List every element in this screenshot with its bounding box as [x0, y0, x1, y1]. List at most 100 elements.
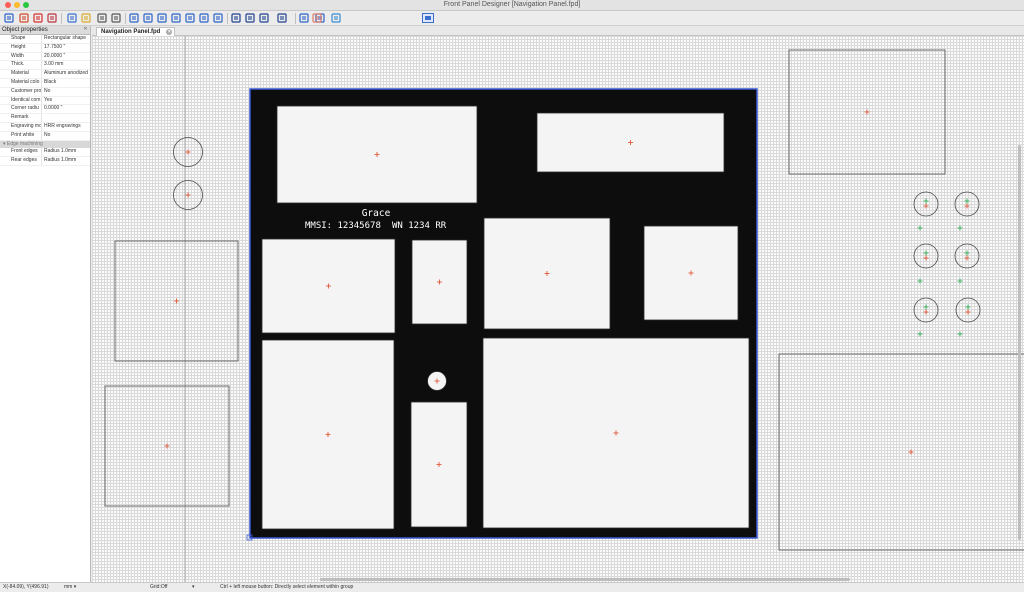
property-row[interactable]: Corner radiu 0.0000 ": [0, 105, 90, 115]
drawing-area[interactable]: Grace MMSI: 12345678 WN 1234 RR: [92, 36, 1024, 582]
property-row[interactable]: Height 17.7500 ": [0, 43, 90, 53]
text-along-arc-icon[interactable]: [245, 13, 255, 23]
property-group-header[interactable]: ▾ Edge machining: [0, 140, 90, 149]
center-mark-icon: [923, 250, 929, 256]
arc-cutout-icon[interactable]: [171, 13, 181, 23]
property-value[interactable]: Rectangular shape: [41, 35, 90, 43]
property-row[interactable]: Shape Rectangular shape: [0, 35, 90, 44]
property-value[interactable]: 20.0000 ": [41, 52, 90, 61]
toolbar-separator: [295, 13, 296, 24]
grid-label: Grid:Off: [150, 584, 168, 590]
object-properties-panel: Object properties ✕ Shape Rectangular sha…: [0, 26, 91, 582]
unit-selector[interactable]: mm ▾: [64, 583, 76, 592]
pocket-cutout-icon[interactable]: [213, 13, 223, 23]
property-key: Width: [11, 52, 24, 59]
property-row[interactable]: Engraving mo HRR engravings: [0, 122, 90, 132]
vertical-scrollbar[interactable]: [1018, 145, 1021, 540]
property-value[interactable]: Radius 1.0mm: [41, 157, 90, 165]
new-document-icon[interactable]: [4, 13, 14, 23]
property-row[interactable]: Material colo Black: [0, 78, 90, 88]
property-value[interactable]: 3.00 mm: [41, 61, 90, 70]
ruler-icon[interactable]: [81, 13, 91, 23]
property-value[interactable]: 17.7500 ": [41, 43, 90, 52]
center-mark-icon: [185, 192, 191, 198]
grid-toggle[interactable]: Grid:Off: [150, 583, 167, 592]
property-value[interactable]: Black: [41, 78, 90, 87]
property-row[interactable]: Material Aluminum anodized: [0, 70, 90, 79]
cursor-coordinates: X(-84.09), Y(496.91): [3, 584, 49, 590]
toolbar-separator: [227, 13, 228, 24]
grid-dropdown-icon[interactable]: ▾: [192, 583, 195, 592]
center-mark-icon: [964, 255, 970, 261]
engraving-mmsi[interactable]: MMSI: 12345678: [305, 221, 381, 231]
center-mark-icon: [864, 109, 870, 115]
property-key: Corner radiu: [11, 105, 39, 112]
center-mark-icon: [917, 225, 923, 231]
pointer-icon[interactable]: [67, 13, 77, 23]
property-row[interactable]: Width 20.0000 ": [0, 52, 90, 62]
center-mark-icon: [917, 278, 923, 284]
rect-cutout-icon[interactable]: [129, 13, 139, 23]
open-folder-icon[interactable]: [19, 13, 29, 23]
fit-view-icon[interactable]: [331, 13, 341, 23]
center-mark-icon: [957, 278, 963, 284]
center-mark-icon: [923, 203, 929, 209]
center-mark-icon: [923, 304, 929, 310]
property-row[interactable]: Customer pro No: [0, 87, 90, 97]
tab-label: Navigation Panel.fpd: [101, 29, 161, 35]
print-icon[interactable]: [47, 13, 57, 23]
outline-element[interactable]: [778, 353, 1024, 551]
center-mark-icon: [957, 331, 963, 337]
tab-navigation-panel[interactable]: Navigation Panel.fpd ×: [96, 27, 176, 36]
property-value[interactable]: No: [41, 87, 90, 96]
center-mark-icon: [164, 443, 170, 449]
edit-text-icon[interactable]: [259, 13, 269, 23]
property-key: Thick.: [11, 61, 25, 68]
grid-cutout-icon[interactable]: [185, 13, 195, 23]
center-mark-icon: [965, 309, 971, 315]
round-cutout-icon[interactable]: [143, 13, 153, 23]
properties-list: Shape Rectangular shape Height 17.7500 " Wid…: [0, 35, 90, 166]
center-mark-icon: [923, 309, 929, 315]
property-value[interactable]: Radius 1.0mm: [41, 148, 90, 157]
status-hint: Ctrl + left mouse button: Directly selec…: [220, 584, 354, 590]
move-crosshair-icon[interactable]: [111, 13, 121, 23]
property-row[interactable]: Print white No: [0, 131, 90, 141]
property-key: Material: [11, 70, 29, 77]
property-value[interactable]: 0.0000 ": [41, 105, 90, 114]
align-icon[interactable]: [299, 13, 309, 23]
design-canvas[interactable]: Grace MMSI: 12345678 WN 1234 RR: [92, 36, 1024, 582]
price-quote-icon[interactable]: [312, 13, 322, 23]
chevron-down-icon: ▾: [72, 584, 77, 590]
center-mark-icon: [923, 198, 929, 204]
property-value[interactable]: [41, 114, 90, 122]
tab-close-icon[interactable]: ×: [166, 29, 173, 35]
property-value[interactable]: HRR engravings: [41, 122, 90, 131]
center-mark-icon: [174, 298, 179, 304]
text-engraving-icon[interactable]: [231, 13, 241, 23]
center-mark-icon: [957, 225, 963, 231]
property-row[interactable]: Rear edges Radius 1.0mm: [0, 157, 90, 166]
property-value[interactable]: Yes: [41, 96, 90, 105]
close-icon[interactable]: ✕: [83, 27, 88, 32]
engraving-wn[interactable]: WN 1234 RR: [392, 221, 447, 231]
property-value[interactable]: Aluminum anodized: [41, 70, 90, 78]
property-key: Height: [11, 43, 26, 50]
center-mark-icon: [964, 250, 970, 256]
property-key: Shape: [11, 35, 26, 41]
property-key: Front edges: [11, 148, 38, 155]
property-row[interactable]: Front edges Radius 1.0mm: [0, 148, 90, 158]
property-row[interactable]: Identical com Yes: [0, 96, 90, 106]
property-row[interactable]: Remark: [0, 114, 90, 123]
panel-preview-icon[interactable]: [422, 13, 434, 23]
line-engraving-icon[interactable]: [277, 13, 287, 23]
zoom-icon[interactable]: [97, 13, 107, 23]
bolt-cutout-icon[interactable]: [199, 13, 209, 23]
angle-cutout-icon[interactable]: [157, 13, 167, 23]
engraving-name[interactable]: Grace: [362, 208, 391, 219]
save-icon[interactable]: [33, 13, 43, 23]
property-value[interactable]: No: [41, 131, 90, 140]
property-row[interactable]: Thick. 3.00 mm: [0, 61, 90, 71]
property-key: Customer pro: [11, 87, 41, 94]
horizontal-scrollbar[interactable]: [320, 578, 850, 581]
